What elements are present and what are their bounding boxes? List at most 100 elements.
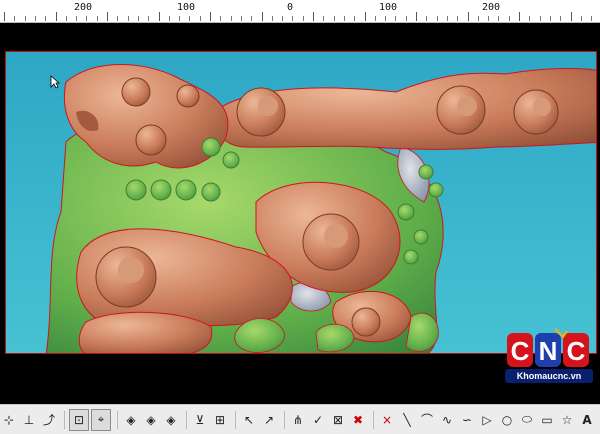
node-check-icon[interactable]: ✓ [309,410,327,430]
ruler-tick [333,16,335,21]
ruler-tick [261,12,263,21]
ruler-tick [529,16,531,21]
ruler-tick [508,16,510,21]
circle-icon[interactable]: ○ [498,410,516,430]
ruler-tick [364,12,366,21]
ruler-tick [55,12,57,21]
ruler-tick [549,16,551,21]
logo-site-text: Khomaucnc.vn [505,369,593,383]
ruler-tick [426,16,428,21]
ruler-tick [385,16,387,21]
ruler-tick [580,16,582,21]
ruler-tick [591,16,593,21]
ruler-tick [446,16,448,21]
relief-model-frame[interactable] [5,51,597,354]
select-arrow-x-icon[interactable]: ↗ [260,410,278,430]
ruler-tick [498,16,500,21]
toolbar-separator [284,410,285,429]
ruler-tick [179,16,181,21]
rectangle-icon[interactable]: ▭ [538,410,556,430]
toolbar-separator [186,410,187,429]
horizontal-ruler: 200 100 0 100 200 [0,0,600,23]
ruler-label: 100 [379,2,398,13]
ruler-tick [457,16,459,21]
line-icon[interactable]: ╲ [398,410,416,430]
align-center-icon[interactable]: ⊞ [211,410,229,430]
select-tool-icon[interactable]: ⌖ [91,408,111,431]
ruler-tick [158,12,160,21]
align-vertical-icon[interactable]: ⊥ [20,410,38,430]
ruler-tick [539,16,541,21]
ruler-tick [374,16,376,21]
ruler-tick [240,16,242,21]
toolbar-separator [373,410,374,429]
ruler-tick [4,12,5,21]
mirror-diamond-icon[interactable]: ◈ [122,410,140,430]
spline-icon[interactable]: ∿ [438,410,456,430]
ruler-tick [405,16,407,21]
mirror-diamond-3-icon[interactable]: ◈ [162,410,180,430]
cross-icon[interactable]: × [378,410,396,430]
ruler-tick [292,16,294,21]
cnc-logo-mark: C N C [507,328,589,367]
node-edit-icon[interactable]: ⋔ [289,410,307,430]
ruler-tick [436,16,438,21]
ruler-tick [282,16,284,21]
ruler-label: 200 [74,2,93,13]
ruler-tick [137,16,139,21]
select-arrow-icon[interactable]: ↖ [240,410,258,430]
ruler-tick [76,16,78,21]
ruler-tick [313,12,314,21]
ruler-label: 0 [287,2,294,13]
ruler-tick [189,16,191,21]
mirror-diamond-2-icon[interactable]: ◈ [142,410,160,430]
svg-text:N: N [539,336,558,366]
ruler-label: 100 [177,2,196,13]
bottom-toolbar: ⊹ ⊥ ⤴ ⊡ ⌖ ◈ ◈ ◈ ⊻ ⊞ ↖ ↗ ⋔ ✓ ⊠ ✖ × ╲ ⌒ ∿ … [0,404,600,434]
ruler-tick [168,16,170,21]
ruler-label: 200 [482,2,501,13]
select-node-icon[interactable]: ⊡ [69,408,89,431]
ruler-tick [45,16,47,21]
ruler-tick [323,16,325,21]
ruler-tick [210,12,211,21]
ruler-tick [65,16,67,21]
relief-model-render [6,52,596,353]
align-bottom-icon[interactable]: ⊻ [191,410,209,430]
ruler-tick [34,16,36,21]
svg-text:C: C [511,336,530,366]
ruler-tick [477,16,479,21]
delete-icon[interactable]: ✖ [349,410,367,430]
star-icon[interactable]: ☆ [558,410,576,430]
toolbar-separator [235,410,236,429]
ruler-tick [127,16,129,21]
curve-edit-icon[interactable]: ⤴ [40,410,58,430]
khomaucnc-logo: C N C Khomaucnc.vn [505,327,593,387]
arc-icon[interactable]: ⌒ [418,410,436,430]
ruler-tick [251,16,253,21]
ruler-tick [14,16,16,21]
ruler-tick [148,16,150,21]
pipette-icon[interactable]: ⊹ [0,410,18,430]
ruler-tick [271,16,273,21]
ellipse-icon[interactable]: ⬭ [518,410,536,430]
ruler-tick [86,16,88,21]
svg-text:C: C [567,336,586,366]
ruler-tick [395,16,397,21]
toolbar-separator [117,410,118,429]
ruler-tick [24,16,26,21]
ruler-tick [560,16,562,21]
ruler-tick [117,16,119,21]
bezier-icon[interactable]: ∽ [458,410,476,430]
text-icon[interactable]: A [578,410,596,430]
ruler-tick [343,16,345,21]
polyline-icon[interactable]: ▷ [478,410,496,430]
ruler-tick [96,16,98,21]
node-grid-icon[interactable]: ⊠ [329,410,347,430]
ruler-tick [107,12,108,21]
ruler-tick [220,16,222,21]
ruler-tick [416,12,417,21]
ruler-tick [302,16,304,21]
toolbar-separator [64,410,65,429]
ruler-tick [230,16,232,21]
